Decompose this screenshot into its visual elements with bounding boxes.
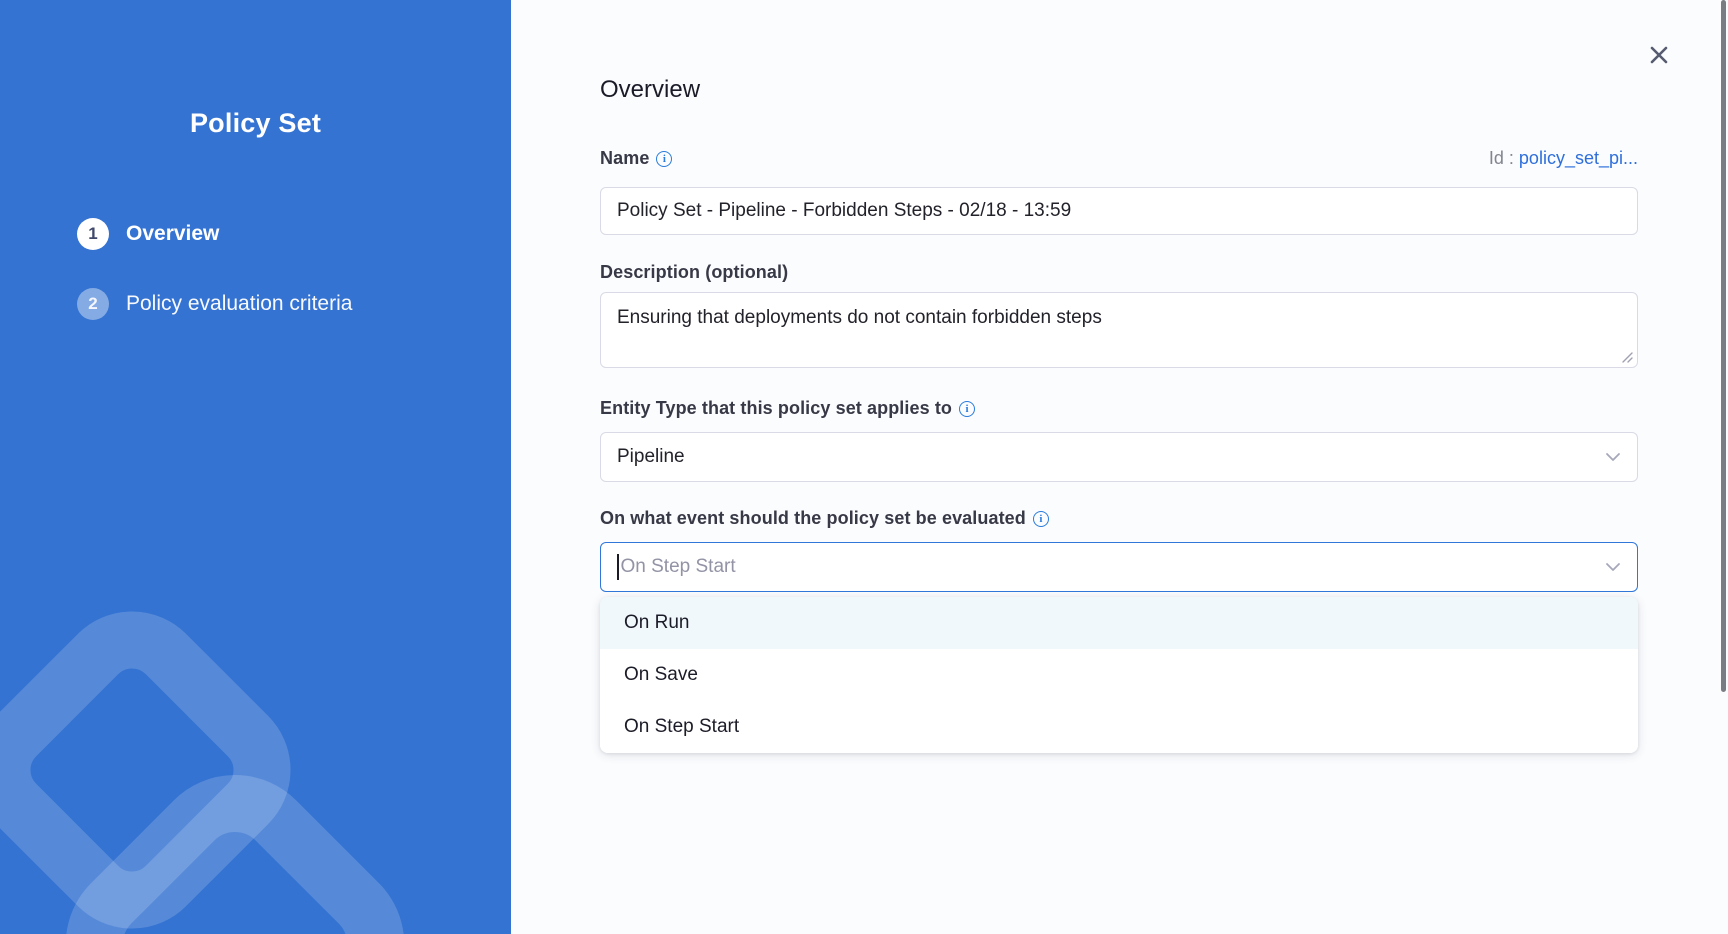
info-icon[interactable]: i xyxy=(1033,511,1049,527)
event-label-row: On what event should the policy set be e… xyxy=(600,508,1638,529)
policy-set-modal: Policy Set 1 Overview 2 Policy evaluatio… xyxy=(0,0,1728,934)
overview-step-panel: Overview Name i Id : policy_set_pi... De… xyxy=(511,0,1728,934)
name-input[interactable] xyxy=(600,187,1638,235)
chevron-down-icon xyxy=(1605,452,1621,462)
dropdown-option-on-step-start[interactable]: On Step Start xyxy=(600,701,1638,753)
id-prefix-label: Id : xyxy=(1489,148,1514,168)
stepper: 1 Overview 2 Policy evaluation criteria xyxy=(77,218,352,358)
resize-handle-icon[interactable] xyxy=(1620,350,1634,364)
policy-set-id-link[interactable]: policy_set_pi... xyxy=(1519,148,1638,168)
event-placeholder: On Step Start xyxy=(621,556,736,578)
event-label: On what event should the policy set be e… xyxy=(600,508,1026,529)
name-label: Name xyxy=(600,148,649,169)
event-select[interactable]: On Step Start xyxy=(600,542,1638,592)
policy-set-id: Id : policy_set_pi... xyxy=(1489,148,1638,169)
scrollbar-thumb[interactable] xyxy=(1721,0,1726,692)
entity-type-label: Entity Type that this policy set applies… xyxy=(600,398,952,419)
page-title: Overview xyxy=(600,76,700,104)
step-number-badge: 2 xyxy=(77,288,109,320)
description-label-row: Description (optional) xyxy=(600,262,1638,283)
description-textarea[interactable]: Ensuring that deployments do not contain… xyxy=(600,292,1638,368)
description-label: Description (optional) xyxy=(600,262,788,283)
dialog-title: Policy Set xyxy=(0,108,511,139)
event-options-menu: On Run On Save On Step Start xyxy=(600,597,1638,753)
close-icon[interactable] xyxy=(1644,40,1674,70)
step-label: Policy evaluation criteria xyxy=(126,292,352,316)
dropdown-option-on-run[interactable]: On Run xyxy=(600,597,1638,649)
policy-set-logo-watermark xyxy=(0,0,511,934)
step-overview[interactable]: 1 Overview xyxy=(77,218,352,250)
text-caret xyxy=(617,554,619,580)
stepper-sidebar: Policy Set 1 Overview 2 Policy evaluatio… xyxy=(0,0,511,934)
step-number-badge: 1 xyxy=(77,218,109,250)
info-icon[interactable]: i xyxy=(656,151,672,167)
info-icon[interactable]: i xyxy=(959,401,975,417)
dropdown-option-on-save[interactable]: On Save xyxy=(600,649,1638,701)
step-policy-evaluation-criteria[interactable]: 2 Policy evaluation criteria xyxy=(77,288,352,320)
entity-type-label-row: Entity Type that this policy set applies… xyxy=(600,398,1638,419)
chevron-down-icon xyxy=(1605,562,1621,572)
entity-type-value: Pipeline xyxy=(617,446,685,468)
name-label-row: Name i Id : policy_set_pi... xyxy=(600,148,1638,169)
entity-type-select[interactable]: Pipeline xyxy=(600,432,1638,482)
step-label: Overview xyxy=(126,222,219,246)
